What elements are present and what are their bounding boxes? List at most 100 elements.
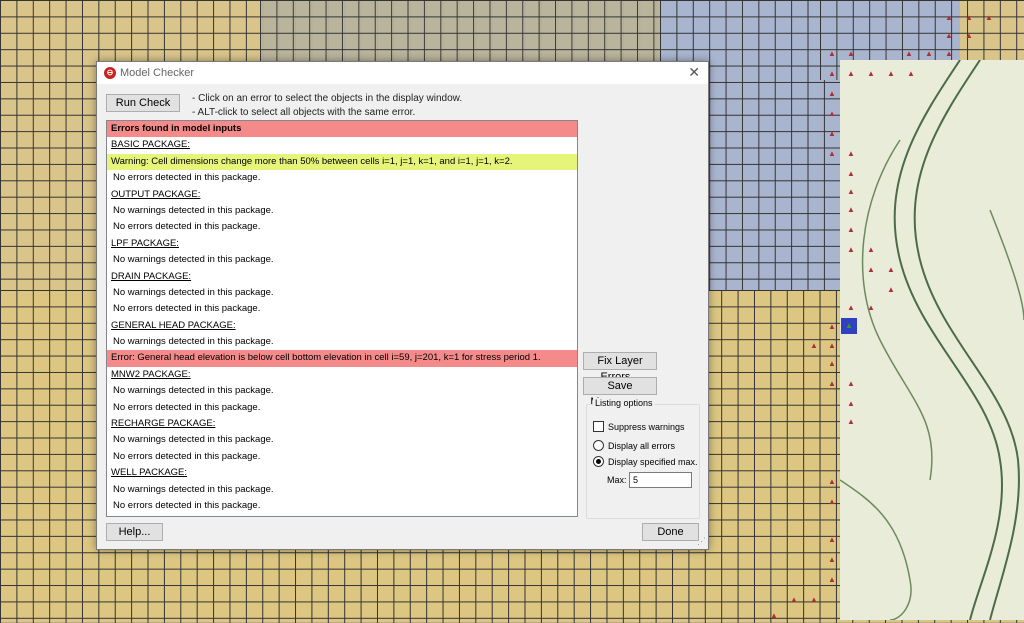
help-button[interactable]: Help... (106, 523, 163, 541)
boundary-marker-icon: ▲ (828, 149, 836, 158)
boundary-marker-icon: ▲ (828, 555, 836, 564)
status-row[interactable]: No warnings detected in this package. (107, 383, 577, 399)
status-row[interactable]: No warnings detected in this package. (107, 482, 577, 498)
status-row[interactable]: No warnings detected in this package. (107, 285, 577, 301)
display-all-option[interactable]: Display all errors (593, 440, 675, 451)
terrain-contours (839, 59, 1024, 621)
status-row[interactable]: No errors detected in this package. (107, 219, 577, 235)
status-row[interactable]: No errors detected in this package. (107, 170, 577, 186)
boundary-marker-icon: ▲ (905, 49, 913, 58)
boundary-marker-icon: ▲ (847, 187, 855, 196)
boundary-marker-icon: ▲ (828, 109, 836, 118)
boundary-marker-icon: ▲ (907, 69, 915, 78)
suppress-warnings-checkbox[interactable] (593, 421, 604, 432)
status-row[interactable]: No warnings detected in this package. (107, 203, 577, 219)
boundary-marker-icon: ▲ (847, 399, 855, 408)
package-heading[interactable]: RECHARGE PACKAGE: (107, 416, 577, 432)
status-row[interactable]: No warnings detected in this package. (107, 432, 577, 448)
app-logo-icon: ⊖ (104, 67, 116, 79)
hint-select-objects: - Click on an error to select the object… (192, 93, 463, 104)
max-input[interactable]: 5 (629, 472, 692, 488)
boundary-marker-icon: ▲ (887, 265, 895, 274)
done-button[interactable]: Done (642, 523, 699, 541)
save-messages-button[interactable]: Save Messages... (583, 377, 657, 408)
map-basemap (839, 59, 1024, 621)
boundary-marker-icon: ▲ (847, 225, 855, 234)
boundary-marker-icon: ▲ (847, 303, 855, 312)
listing-options-label: Listing options (593, 398, 655, 408)
boundary-marker-icon: ▲ (847, 205, 855, 214)
boundary-marker-icon: ▲ (867, 245, 875, 254)
boundary-marker-icon: ▲ (945, 31, 953, 40)
hint-alt-click: - ALT-click to select all objects with t… (192, 107, 416, 118)
display-all-radio[interactable] (593, 440, 604, 451)
boundary-marker-icon: ▲ (810, 341, 818, 350)
display-all-label: Display all errors (608, 440, 676, 451)
boundary-marker-icon: ▲ (965, 31, 973, 40)
boundary-marker-icon: ▲ (867, 69, 875, 78)
boundary-marker-icon: ▲ (845, 321, 853, 330)
boundary-marker-icon: ▲ (790, 595, 798, 604)
boundary-marker-icon: ▲ (847, 245, 855, 254)
boundary-marker-icon: ▲ (847, 379, 855, 388)
status-row[interactable]: No warnings detected in this package. (107, 252, 577, 268)
close-icon[interactable]: ✕ (688, 64, 700, 81)
boundary-marker-icon: ▲ (985, 13, 993, 22)
package-heading[interactable]: OUTPUT PACKAGE: (107, 187, 577, 203)
boundary-marker-icon: ▲ (828, 341, 836, 350)
listing-options-group: Listing options Suppress warnings Displa… (586, 398, 700, 519)
package-heading[interactable]: BASIC PACKAGE: (107, 137, 577, 153)
status-row[interactable]: No errors detected in this package. (107, 400, 577, 416)
boundary-marker-icon: ▲ (828, 89, 836, 98)
boundary-marker-icon: ▲ (828, 535, 836, 544)
boundary-marker-icon: ▲ (945, 49, 953, 58)
status-row[interactable]: No errors detected in this package. (107, 449, 577, 465)
suppress-warnings-label: Suppress warnings (608, 421, 685, 432)
boundary-marker-icon: ▲ (828, 575, 836, 584)
boundary-marker-icon: ▲ (828, 129, 836, 138)
boundary-marker-icon: ▲ (828, 359, 836, 368)
list-header-row[interactable]: Errors found in model inputs (107, 121, 577, 138)
warning-row[interactable]: Warning: Cell dimensions change more tha… (107, 153, 577, 171)
package-heading[interactable]: DRAIN PACKAGE: (107, 269, 577, 285)
boundary-marker-icon: ▲ (847, 49, 855, 58)
status-row[interactable]: No errors detected in this package. (107, 498, 577, 514)
boundary-marker-icon: ▲ (847, 169, 855, 178)
status-row[interactable]: No errors detected in this package. (107, 301, 577, 317)
display-max-label: Display specified max. (608, 456, 698, 467)
boundary-marker-icon: ▲ (828, 69, 836, 78)
boundary-marker-icon: ▲ (887, 69, 895, 78)
boundary-marker-icon: ▲ (847, 69, 855, 78)
boundary-marker-icon: ▲ (945, 13, 953, 22)
boundary-marker-icon: ▲ (887, 285, 895, 294)
boundary-marker-icon: ▲ (828, 477, 836, 486)
error-row[interactable]: Error: General head elevation is below c… (107, 350, 577, 367)
boundary-marker-icon: ▲ (867, 265, 875, 274)
boundary-marker-icon: ▲ (867, 303, 875, 312)
status-row[interactable]: No warnings detected in this package. (107, 334, 577, 350)
boundary-marker-icon: ▲ (828, 497, 836, 506)
boundary-marker-icon: ▲ (810, 595, 818, 604)
package-heading[interactable]: LPF PACKAGE: (107, 236, 577, 252)
window-title: Model Checker (120, 67, 194, 79)
boundary-marker-icon: ▲ (828, 379, 836, 388)
resize-grip-icon[interactable]: ⋰ (697, 536, 706, 547)
boundary-marker-icon: ▲ (925, 49, 933, 58)
suppress-warnings-option[interactable]: Suppress warnings (593, 421, 685, 432)
boundary-marker-icon: ▲ (847, 417, 855, 426)
model-checker-dialog: ⊖ Model Checker ✕ Run Check - Click on a… (96, 61, 709, 550)
max-label: Max: (607, 475, 627, 485)
display-max-option[interactable]: Display specified max. (593, 456, 698, 467)
fix-layer-errors-button[interactable]: Fix Layer Errors... (583, 352, 657, 383)
boundary-marker-icon: ▲ (828, 49, 836, 58)
boundary-marker-icon: ▲ (828, 322, 836, 331)
run-check-button[interactable]: Run Check (106, 94, 180, 112)
package-heading[interactable]: WELL PACKAGE: (107, 465, 577, 481)
boundary-marker-icon: ▲ (847, 149, 855, 158)
package-heading[interactable]: MNW2 PACKAGE: (107, 367, 577, 383)
display-max-radio[interactable] (593, 456, 604, 467)
boundary-marker-icon: ▲ (965, 13, 973, 22)
package-heading[interactable]: GENERAL HEAD PACKAGE: (107, 318, 577, 334)
boundary-marker-icon: ▲ (770, 611, 778, 620)
messages-list[interactable]: Errors found in model inputs BASIC PACKAG… (106, 120, 578, 517)
